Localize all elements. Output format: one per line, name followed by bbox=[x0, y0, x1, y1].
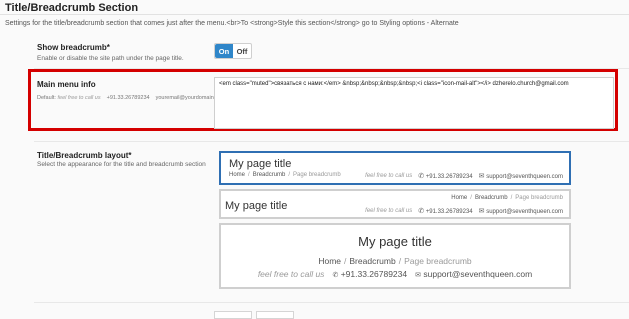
toggle-on-button[interactable]: On bbox=[215, 44, 233, 58]
layout-option-1[interactable]: My page title Home / Breadcrumb / Page bread… bbox=[219, 151, 571, 185]
breadcrumb: Home / Breadcrumb / Page breadcrumb bbox=[229, 172, 341, 178]
breadcrumb-home: Home bbox=[229, 172, 246, 178]
breadcrumb: Home / Breadcrumb / Page breadcrumb bbox=[221, 256, 569, 266]
page-title: My page title bbox=[358, 234, 432, 249]
show-breadcrumb-toggle[interactable]: On Off bbox=[214, 43, 252, 59]
call-text: feel free to call us bbox=[365, 173, 413, 179]
default-muted: feel free to call us bbox=[57, 95, 101, 101]
show-breadcrumb-description: Enable or disable the site path under th… bbox=[37, 55, 184, 62]
toggle-off-button[interactable]: Off bbox=[233, 44, 251, 58]
email: support@seventhqueen.com bbox=[486, 209, 563, 215]
phone-icon: ✆ bbox=[418, 208, 425, 215]
contact-info: feel free to call us ✆ +91.33.26789234 ✉… bbox=[365, 172, 563, 180]
section-description: Settings for the title/breadcrumb sectio… bbox=[5, 20, 459, 27]
phone-icon: ✆ bbox=[418, 173, 425, 180]
contact-info: feel free to call us ✆ +91.33.26789234 ✉… bbox=[221, 269, 569, 279]
layout-description: Select the appearance for the title and … bbox=[37, 161, 206, 168]
page-title: My page title bbox=[229, 158, 292, 170]
mail-icon: ✉ bbox=[478, 208, 485, 215]
section-title: Title/Breadcrumb Section bbox=[5, 2, 139, 14]
breadcrumb: Home / Breadcrumb / Page breadcrumb bbox=[451, 195, 563, 201]
email: support@seventhqueen.com bbox=[423, 269, 533, 279]
divider bbox=[34, 302, 629, 303]
breadcrumb-separator: / bbox=[470, 195, 472, 201]
phone-icon: ✆ bbox=[332, 272, 339, 279]
mail-icon: ✉ bbox=[415, 272, 421, 279]
email: support@seventhqueen.com bbox=[486, 174, 563, 180]
show-breadcrumb-label: Show breadcrumb* bbox=[37, 43, 110, 52]
breadcrumb-separator: / bbox=[288, 172, 291, 178]
next-toggle[interactable] bbox=[214, 311, 252, 319]
breadcrumb-page: Page breadcrumb bbox=[404, 256, 472, 266]
breadcrumb-page: Page breadcrumb bbox=[293, 172, 341, 178]
mail-icon: ✉ bbox=[478, 173, 485, 180]
breadcrumb-separator: / bbox=[248, 172, 250, 178]
breadcrumb-separator: / bbox=[344, 256, 347, 266]
layout-label: Title/Breadcrumb layout* bbox=[37, 151, 132, 160]
breadcrumb-separator: / bbox=[510, 195, 513, 201]
breadcrumb-separator: / bbox=[398, 256, 402, 266]
phone: +91.33.26789234 bbox=[425, 174, 473, 180]
layout-option-3[interactable]: My page title Home / Breadcrumb / Page bread… bbox=[219, 223, 571, 289]
phone: +91.33.26789234 bbox=[340, 269, 408, 279]
layout-option-2[interactable]: Home / Breadcrumb / Page breadcrumb My page … bbox=[219, 189, 571, 219]
breadcrumb-page: Page breadcrumb bbox=[515, 195, 563, 201]
main-menu-info-label: Main menu info bbox=[37, 80, 96, 89]
breadcrumb-item: Breadcrumb bbox=[252, 172, 286, 178]
divider bbox=[34, 141, 629, 142]
default-prefix: Default: bbox=[37, 95, 56, 101]
contact-info: feel free to call us ✆ +91.33.26789234 ✉… bbox=[365, 207, 563, 215]
main-menu-info-textarea[interactable]: <em class="muted">связаться с нами:</em>… bbox=[214, 77, 614, 129]
next-toggle-secondary[interactable] bbox=[256, 311, 294, 319]
call-text: feel free to call us bbox=[257, 269, 325, 279]
breadcrumb-item: Breadcrumb bbox=[474, 195, 508, 201]
default-phone: +91.33.26789234 bbox=[106, 95, 150, 101]
breadcrumb-home: Home bbox=[318, 256, 342, 266]
page-title: My page title bbox=[225, 200, 288, 212]
breadcrumb-item: Breadcrumb bbox=[349, 256, 396, 266]
main-menu-info-default: Default: feel free to call us +91.33.267… bbox=[37, 95, 226, 101]
phone: +91.33.26789234 bbox=[425, 209, 473, 215]
divider bbox=[0, 14, 629, 15]
breadcrumb-home: Home bbox=[451, 195, 468, 201]
call-text: feel free to call us bbox=[365, 208, 413, 214]
